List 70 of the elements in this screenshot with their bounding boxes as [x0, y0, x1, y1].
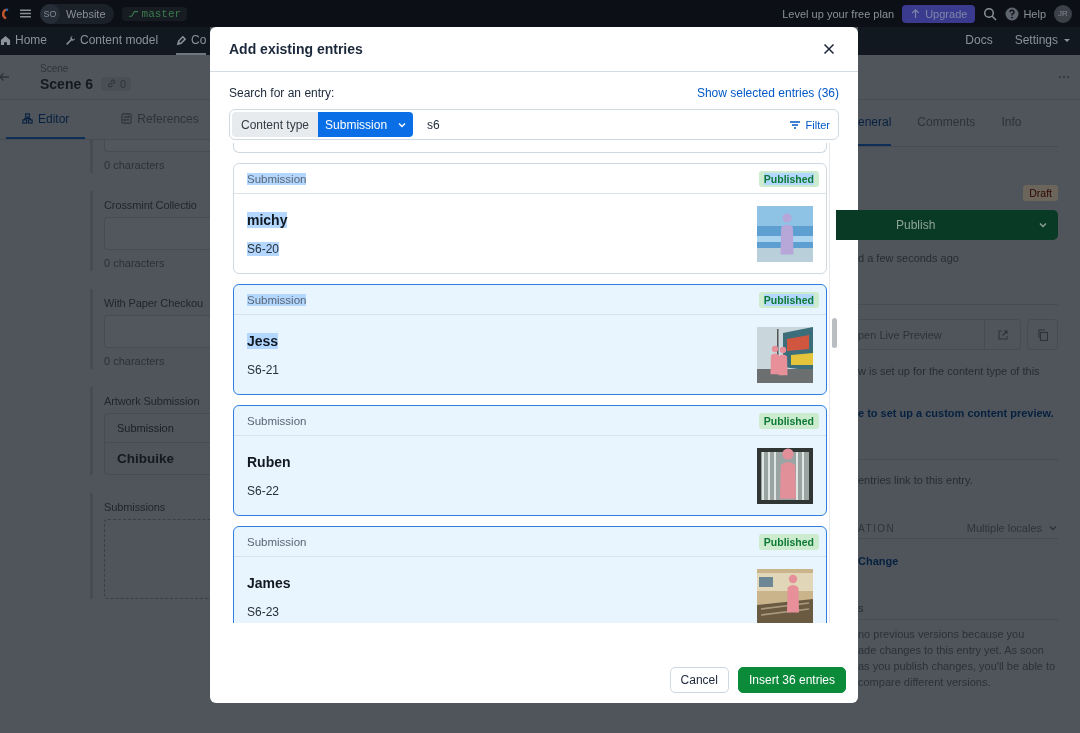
entry-card[interactable]: Submission Published Ruben S6-22: [233, 405, 827, 516]
status-badge: Published: [758, 170, 819, 187]
content-type-label: Submission: [247, 293, 307, 306]
chevron-down-icon: [1038, 220, 1048, 230]
text-field[interactable]: [104, 217, 210, 250]
nav-tab[interactable]: Content model: [65, 27, 159, 55]
copy-icon: [1036, 328, 1049, 341]
upgrade-button[interactable]: Upgrade: [902, 4, 976, 23]
card-title: Chibuike: [116, 450, 175, 468]
dialog-title: Add existing entries: [229, 41, 363, 57]
entry-title: Scene 6: [40, 75, 93, 92]
link-icon: [105, 78, 117, 89]
entry-name: michy: [247, 212, 288, 228]
entry-card[interactable]: [233, 143, 827, 153]
help-link[interactable]: Help: [1023, 7, 1046, 20]
cancel-button[interactable]: Cancel: [669, 667, 729, 693]
home-icon: [0, 34, 11, 46]
nav-tab[interactable]: Co: [176, 27, 207, 55]
back-arrow-icon[interactable]: [0, 71, 10, 83]
status-badge: Published: [758, 533, 819, 550]
pen-icon: [176, 34, 188, 46]
entry-name: James: [247, 575, 291, 591]
entry-card[interactable]: Submission Published michy S6-20: [233, 163, 827, 274]
branch-icon: [127, 8, 139, 19]
search-icon[interactable]: [983, 6, 998, 21]
space-name: Website: [66, 7, 106, 20]
entry-card[interactable]: Submission Published Jess S6-21: [233, 284, 827, 395]
upgrade-prompt: Level up your free plan: [782, 7, 895, 20]
space-avatar: SO: [40, 3, 60, 24]
copy-button[interactable]: [1027, 319, 1058, 350]
arrow-up-icon: [910, 8, 922, 19]
publish-button[interactable]: Publish: [836, 210, 1058, 240]
wrench-icon: [65, 34, 76, 46]
nodes-icon: [22, 113, 33, 124]
entry-code: S6-23: [247, 605, 280, 619]
search-bar[interactable]: Content type Submission s6 Filter: [229, 109, 839, 140]
status-badge: Draft: [1023, 185, 1058, 201]
content-type-label: Submission: [247, 172, 307, 185]
entry-code: S6-22: [247, 484, 280, 498]
search-input[interactable]: s6: [413, 112, 783, 137]
swap-arrows-icon: [121, 113, 133, 124]
space-switcher[interactable]: SO Website: [40, 3, 114, 24]
nav-link[interactable]: Docs: [965, 27, 993, 55]
entry-name: Jess: [247, 333, 279, 349]
status-badge: Published: [758, 291, 819, 308]
logo-icon[interactable]: [0, 6, 11, 21]
menu-icon[interactable]: [19, 7, 32, 20]
filter-label: Content type: [232, 112, 319, 137]
external-link-icon: [996, 328, 1009, 341]
branch-label[interactable]: master: [121, 6, 188, 21]
entry-code: S6-21: [247, 363, 280, 377]
filter-icon: [788, 118, 801, 131]
help-icon[interactable]: [1005, 6, 1020, 21]
content-type-select[interactable]: Submission: [318, 112, 414, 137]
search-label: Search for an entry:: [229, 86, 335, 100]
nav-link[interactable]: Settings: [1014, 27, 1072, 55]
entry-name: Ruben: [247, 454, 291, 470]
text-field[interactable]: [104, 315, 210, 348]
status-badge: Published: [758, 412, 819, 429]
entry-code: S6-20: [247, 242, 280, 256]
show-selected-link[interactable]: Show selected entries (36): [696, 86, 839, 100]
filter-button[interactable]: Filter: [782, 112, 836, 137]
insert-button[interactable]: Insert 36 entries: [737, 667, 846, 693]
text-field[interactable]: [104, 140, 210, 152]
content-type-label: Submission: [247, 414, 307, 427]
chevron-down-icon: [1048, 523, 1058, 533]
close-icon: [823, 43, 835, 55]
nav-tab[interactable]: Home: [0, 27, 47, 55]
content-type-label: Submission: [247, 535, 307, 548]
entry-card[interactable]: Submission Published James S6-23: [233, 526, 827, 623]
